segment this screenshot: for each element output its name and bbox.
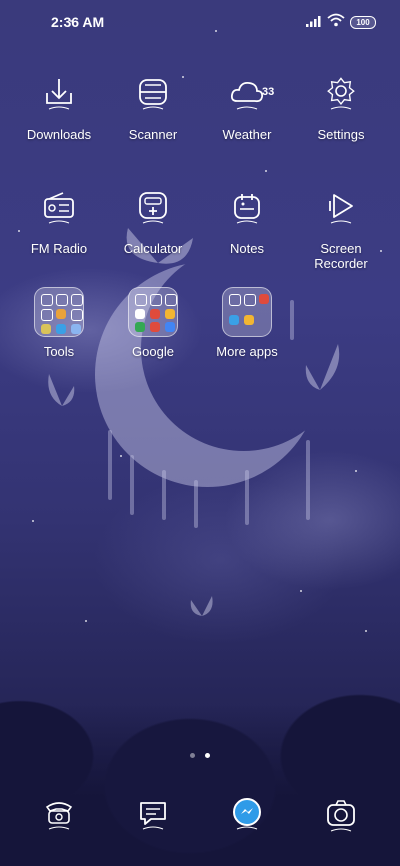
status-bar: 2:36 AM 100 — [0, 0, 400, 44]
radio-icon — [44, 192, 74, 224]
moon-drip — [245, 470, 249, 525]
wifi-icon — [327, 13, 345, 27]
moon-drip — [306, 440, 310, 520]
app-label: Settings — [317, 127, 365, 142]
download-icon — [46, 79, 72, 110]
page-dot-active[interactable] — [205, 753, 211, 758]
status-time: 2:36 AM — [51, 14, 105, 30]
app-settings[interactable]: Settings — [294, 70, 388, 142]
moon-drip — [130, 455, 134, 515]
folder-label: More apps — [216, 344, 278, 359]
notes-icon — [234, 194, 260, 224]
butterfly-decoration — [190, 596, 213, 616]
folder-preview — [34, 287, 84, 337]
folder-preview — [128, 287, 178, 337]
folder-preview — [222, 287, 272, 337]
app-label: Downloads — [26, 127, 92, 142]
app-notes[interactable]: Notes — [200, 184, 294, 256]
dock-messages[interactable] — [106, 790, 200, 840]
folder-more-apps[interactable]: More apps — [200, 287, 294, 359]
play-record-icon — [329, 194, 353, 224]
gear-icon — [327, 77, 355, 110]
folder-label: Tools — [43, 344, 75, 359]
phone-icon — [45, 802, 73, 830]
page-dot[interactable] — [190, 753, 195, 758]
app-label: Calculator — [123, 241, 183, 256]
battery-icon: 100 — [350, 16, 376, 29]
moon-drip — [162, 470, 166, 520]
app-scanner[interactable]: Scanner — [106, 70, 200, 142]
app-label: Notes — [230, 241, 264, 256]
folder-google[interactable]: Google — [106, 287, 200, 359]
butterfly-decoration — [48, 374, 75, 406]
weather-cloud-icon — [230, 81, 264, 110]
messenger-bubble-icon — [233, 798, 261, 830]
dock-messenger[interactable] — [200, 790, 294, 840]
app-screen-recorder[interactable]: Screen Recorder — [294, 184, 388, 271]
app-weather[interactable]: 33 Weather — [200, 70, 294, 142]
app-downloads[interactable]: Downloads — [12, 70, 106, 142]
calculator-icon — [139, 192, 167, 224]
app-label: FM Radio — [30, 241, 88, 256]
moon-drip — [108, 430, 112, 500]
app-label: Screen Recorder — [314, 241, 368, 271]
page-indicator — [190, 745, 216, 763]
scanner-icon — [139, 79, 167, 110]
app-label: Weather — [222, 127, 272, 142]
app-label: Scanner — [128, 127, 178, 142]
home-screen: 2:36 AM 100 Downloads Scanner 33 Weather… — [0, 0, 400, 866]
dock-phone[interactable] — [12, 790, 106, 840]
message-icon — [140, 802, 166, 830]
cellular-signal-icon — [306, 16, 321, 27]
weather-temperature: 33 — [262, 86, 275, 98]
dock-camera[interactable] — [294, 790, 388, 840]
app-calculator[interactable]: Calculator — [106, 184, 200, 256]
camera-icon — [327, 800, 355, 832]
folder-label: Google — [132, 344, 174, 359]
moon-drip — [194, 480, 198, 528]
app-fm-radio[interactable]: FM Radio — [12, 184, 106, 256]
folder-tools[interactable]: Tools — [12, 287, 106, 359]
butterfly-decoration — [305, 344, 340, 390]
